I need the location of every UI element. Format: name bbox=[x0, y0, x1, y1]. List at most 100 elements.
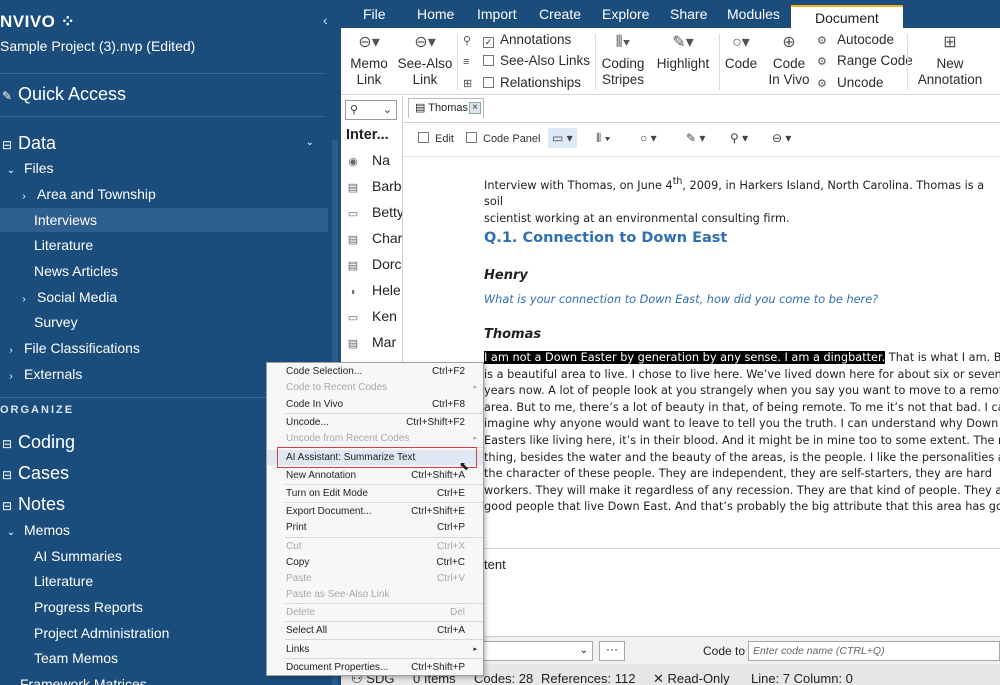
highlight-button[interactable]: ✎▾ Highlight bbox=[653, 30, 713, 72]
submenu-arrow-icon: ▸ bbox=[473, 384, 477, 391]
code-to-label: Code to bbox=[703, 644, 746, 658]
tab-file[interactable]: File bbox=[363, 6, 386, 22]
new-annotation-button[interactable]: ⊞ New Annotation bbox=[911, 30, 989, 88]
memo-link-button[interactable]: ⊖▾ Memo Link bbox=[345, 30, 393, 88]
annotation-view-button[interactable]: ▭ ▾ bbox=[548, 128, 577, 148]
list-item[interactable]: ▤ Dorc bbox=[341, 251, 402, 277]
nav-literature[interactable]: Literature bbox=[0, 233, 328, 257]
link-icon: ⊖▾ bbox=[358, 34, 380, 51]
nav-quick-access[interactable]: ✎ Quick Access bbox=[0, 80, 328, 108]
list-item[interactable]: ▤ Char bbox=[341, 225, 402, 251]
highlighter-icon: ✎▾ bbox=[672, 34, 694, 51]
menu-uncode[interactable]: Uncode... Ctrl+Shift+F2 bbox=[267, 415, 483, 430]
list-search-box[interactable]: ⚲ ⌄ bbox=[345, 100, 397, 120]
chevron-right-icon[interactable]: › bbox=[17, 185, 31, 209]
edit-toggle[interactable]: Edit bbox=[418, 132, 454, 145]
nav-data[interactable]: ⊟ Data ⌄ bbox=[0, 129, 328, 157]
selected-text[interactable]: I am not a Down Easter by generation by … bbox=[484, 351, 886, 364]
menu-turn-on-edit-mode[interactable]: Turn on Edit Mode Ctrl+E bbox=[267, 486, 483, 501]
menu-links[interactable]: Links ▸ bbox=[267, 642, 483, 657]
menu-copy[interactable]: Copy Ctrl+C bbox=[267, 555, 483, 570]
relationships-toggle[interactable]: ⊞ Relationships bbox=[463, 75, 581, 90]
coding-stripes-toolbar-button[interactable]: ⦀ ▾ bbox=[596, 128, 610, 148]
tab-import[interactable]: Import bbox=[477, 6, 517, 22]
ribbon: ⊖▾ Memo Link ⊖▾ See-Also Link ⚲ ✓ Annotation… bbox=[341, 28, 1000, 95]
code-panel-toggle[interactable]: Code Panel bbox=[466, 132, 541, 145]
code-name-input[interactable]: Enter code name (CTRL+Q) bbox=[748, 641, 1000, 661]
menu-new-annotation[interactable]: New Annotation Ctrl+Shift+A bbox=[267, 468, 483, 483]
menu-document-properties[interactable]: Document Properties... Ctrl+Shift+P bbox=[267, 660, 483, 675]
nav-interviews[interactable]: Interviews bbox=[0, 208, 328, 232]
tab-create[interactable]: Create bbox=[539, 6, 581, 22]
chevron-right-icon[interactable]: › bbox=[4, 339, 18, 363]
project-name: Sample Project (3).nvp (Edited) bbox=[0, 38, 196, 54]
list-item[interactable]: ◉ Na bbox=[341, 147, 402, 173]
tab-share[interactable]: Share bbox=[670, 6, 707, 22]
logo-mark-icon: ⁘ bbox=[60, 12, 76, 31]
code-button[interactable]: ○▾ Code bbox=[721, 30, 761, 72]
checkbox-icon[interactable] bbox=[466, 132, 477, 143]
list-header[interactable]: Inter... bbox=[346, 127, 389, 143]
nav-area-township[interactable]: › Area and Township bbox=[0, 182, 328, 206]
nav-survey[interactable]: Survey bbox=[0, 310, 328, 334]
highlight-toolbar-button[interactable]: ✎ ▾ bbox=[686, 128, 705, 148]
menu-print[interactable]: Print Ctrl+P bbox=[267, 520, 483, 535]
highlight-outline bbox=[277, 447, 477, 468]
chevron-right-icon[interactable]: › bbox=[4, 365, 18, 389]
close-icon[interactable]: × bbox=[469, 102, 481, 114]
chevron-down-icon[interactable]: ⌄ bbox=[306, 129, 314, 157]
checkbox-icon[interactable] bbox=[418, 132, 429, 143]
list-item[interactable]: ▭ Ken bbox=[341, 303, 402, 329]
document-icon: ▤ bbox=[347, 338, 359, 350]
nav-social-media[interactable]: › Social Media bbox=[0, 285, 328, 309]
nav-file-classifications[interactable]: › File Classifications bbox=[0, 336, 328, 360]
nav-files[interactable]: ⌄ Files bbox=[0, 156, 328, 180]
document-tab-thomas[interactable]: ▤ Thomas × bbox=[408, 98, 484, 118]
menu-code-selection[interactable]: Code Selection... Ctrl+F2 bbox=[267, 364, 483, 379]
ribbon-tab-bar: File Home Import Create Explore Share Mo… bbox=[341, 0, 1000, 28]
code-type-select[interactable]: ⌄ bbox=[481, 641, 593, 661]
checkbox-icon[interactable] bbox=[483, 77, 494, 88]
link-toolbar-button[interactable]: ⊖ ▾ bbox=[772, 128, 791, 148]
app-logo: NVIVO ⁘ bbox=[0, 12, 76, 31]
tab-home[interactable]: Home bbox=[417, 6, 454, 22]
context-menu: Code Selection... Ctrl+F2 Code to Recent … bbox=[266, 362, 484, 676]
code-toolbar-button[interactable]: ○ ▾ bbox=[640, 128, 657, 148]
menu-code-in-vivo[interactable]: Code In Vivo Ctrl+F8 bbox=[267, 397, 483, 412]
document-toolbar: Edit Code Panel ▭ ▾ ⦀ ▾ ○ ▾ ✎ ▾ ⚲ ▾ ⊖ ▾ bbox=[404, 124, 1000, 154]
see-also-link-button[interactable]: ⊖▾ See-Also Link bbox=[395, 30, 455, 88]
autocode-button[interactable]: ⚙ Autocode bbox=[817, 32, 894, 47]
checkbox-icon[interactable] bbox=[483, 55, 494, 66]
nav-divider bbox=[0, 73, 325, 74]
annotations-toggle[interactable]: ⚲ ✓ Annotations bbox=[463, 32, 571, 48]
list-item[interactable]: ◖ Hele bbox=[341, 277, 402, 303]
checkbox-checked-icon[interactable]: ✓ bbox=[483, 37, 494, 48]
uncode-button[interactable]: ⚙ Uncode bbox=[817, 75, 884, 90]
cases-icon: ⊟ bbox=[1, 468, 13, 482]
lower-panel-label: tent bbox=[484, 557, 506, 572]
chevron-down-icon[interactable]: ⌄ bbox=[4, 159, 18, 183]
browse-button[interactable]: ··· bbox=[599, 641, 625, 661]
chevron-right-icon[interactable]: › bbox=[17, 288, 31, 312]
new-annotation-icon: ⊞ bbox=[943, 34, 957, 51]
list-item[interactable]: ▭ Betty bbox=[341, 199, 402, 225]
collapse-nav-icon[interactable]: ‹ bbox=[323, 12, 328, 28]
list-item[interactable]: ▤ Barb bbox=[341, 173, 402, 199]
tab-explore[interactable]: Explore bbox=[602, 6, 649, 22]
tab-document[interactable]: Document bbox=[791, 5, 903, 28]
chevron-down-icon[interactable]: ⌄ bbox=[4, 521, 18, 545]
range-code-button[interactable]: ⚙ Range Code bbox=[817, 53, 913, 68]
code-in-vivo-button[interactable]: ⊕ Code In Vivo bbox=[765, 30, 813, 88]
menu-export-document[interactable]: Export Document... Ctrl+Shift+E bbox=[267, 504, 483, 519]
range-code-icon: ⚙ bbox=[817, 56, 827, 68]
organize-heading: ORGANIZE bbox=[0, 404, 75, 416]
tab-modules[interactable]: Modules bbox=[727, 6, 780, 22]
see-also-links-toggle[interactable]: ≡ See-Also Links bbox=[463, 53, 590, 68]
menu-select-all[interactable]: Select All Ctrl+A bbox=[267, 623, 483, 638]
document-icon: ▤ bbox=[347, 234, 359, 246]
list-item[interactable]: ▤ Mar bbox=[341, 329, 402, 355]
nav-news-articles[interactable]: News Articles bbox=[0, 259, 328, 283]
coding-stripes-button[interactable]: ⦀▾ Coding Stripes bbox=[597, 30, 649, 88]
zoom-toolbar-button[interactable]: ⚲ ▾ bbox=[730, 128, 748, 148]
panel-divider bbox=[404, 548, 1000, 549]
